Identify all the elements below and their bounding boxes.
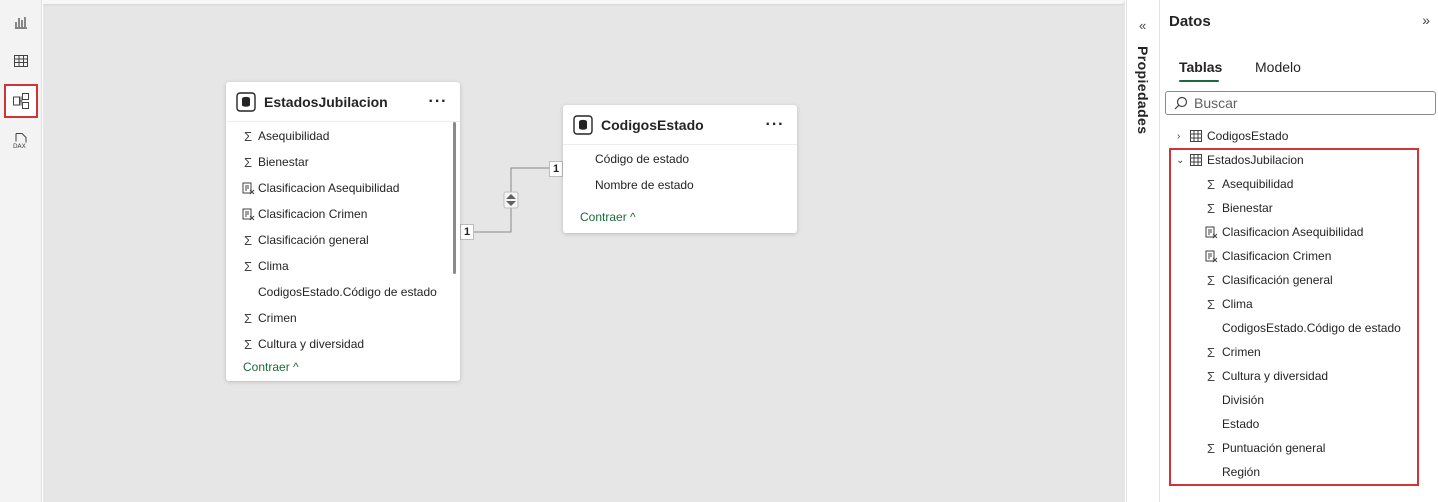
table-view-button[interactable] [4,44,38,78]
field-label: CodigosEstado.Código de estado [258,285,437,299]
sigma-icon: Σ [243,336,253,352]
field-label: Clasificación general [258,233,369,247]
model-view-button[interactable] [4,84,38,118]
tree-table-codigosestado[interactable]: CodigosEstado [1189,125,1288,147]
calculated-column-icon [240,182,256,195]
sigma-icon: Σ [243,232,253,248]
table-card-estadosjubilacion[interactable]: EstadosJubilacion ··· Σ Asequibilidad Σ Bi… [226,82,460,381]
active-tab-indicator [1179,80,1219,82]
tab-tablas[interactable]: Tablas [1179,59,1222,75]
table-view-icon [14,55,28,67]
search-placeholder: Buscar [1194,95,1238,111]
field-label: Bienestar [258,155,309,169]
field-label: Clasificacion Asequibilidad [258,181,400,195]
field-label: Cultura y diversidad [258,337,365,351]
dax-query-view-button[interactable]: DAX [4,124,38,158]
report-view-button[interactable] [4,5,38,39]
expand-properties-button[interactable]: « [1139,18,1146,33]
tree-label: CodigosEstado [1207,129,1289,143]
collapse-data-pane-button[interactable]: » [1422,12,1430,28]
field-row[interactable]: Σ Asequibilidad [240,126,329,146]
calculated-column-icon [240,208,256,221]
sigma-icon: Σ [243,128,253,144]
field-row[interactable]: CodigosEstado.Código de estado [240,282,437,302]
field-label: Asequibilidad [258,129,330,143]
table-db-icon [236,91,256,112]
table-icon [1189,130,1203,142]
cardinality-to: 1 [549,161,563,177]
relationship-line[interactable] [43,0,1125,502]
field-label: Clasificacion Crimen [258,207,368,221]
more-options-button[interactable]: ··· [426,93,450,111]
dax-query-view-icon: DAX [13,133,27,150]
table-card-codigosestado[interactable]: CodigosEstado ··· Código de estado Nombr… [563,105,797,233]
field-label: Nombre de estado [595,178,694,192]
selection-highlight [1169,148,1419,486]
field-row[interactable]: Código de estado [577,149,689,169]
field-row[interactable]: Σ Clasificación general [240,230,369,250]
field-label: Crimen [258,311,297,325]
card-header: EstadosJubilacion ··· [226,82,460,122]
field-row[interactable]: Nombre de estado [577,175,694,195]
model-view-icon [13,93,29,109]
field-row[interactable]: Σ Cultura y diversidad [240,334,364,354]
properties-pane-collapsed: « Propiedades [1126,0,1160,502]
card-scrollbar[interactable] [453,122,456,274]
field-row[interactable]: Σ Bienestar [240,152,309,172]
search-input[interactable]: Buscar [1165,91,1436,115]
field-label: Código de estado [595,152,690,166]
field-row[interactable]: Σ Clima [240,256,289,276]
view-rail: DAX [0,0,42,502]
report-view-icon [15,17,27,29]
search-icon [1174,96,1188,110]
svg-text:DAX: DAX [13,143,26,150]
field-row[interactable]: Σ Crimen [240,308,297,328]
card-title: EstadosJubilacion [264,93,388,110]
field-label: Clima [258,259,289,273]
model-canvas[interactable]: 1 1 EstadosJubilacion ··· Σ Asequibilidad… [43,0,1125,502]
cardinality-from: 1 [460,224,474,240]
data-pane: Datos » Tablas Modelo Buscar › CodigosEs… [1161,0,1438,502]
sigma-icon: Σ [243,154,253,170]
card-header: CodigosEstado ··· [563,105,797,145]
sigma-icon: Σ [243,258,253,274]
pane-title: Datos [1169,13,1211,30]
tab-modelo[interactable]: Modelo [1255,59,1301,75]
more-options-button[interactable]: ··· [763,116,787,134]
chevron-right-icon[interactable]: › [1177,131,1180,142]
card-title: CodigosEstado [601,116,704,133]
field-row[interactable]: Clasificacion Asequibilidad [240,178,399,198]
sigma-icon: Σ [243,310,253,326]
collapse-button[interactable]: Contraer ^ [580,210,636,224]
field-row[interactable]: Clasificacion Crimen [240,204,367,224]
table-db-icon [573,114,593,135]
collapse-button[interactable]: Contraer ^ [243,360,299,374]
properties-label[interactable]: Propiedades [1135,46,1151,134]
